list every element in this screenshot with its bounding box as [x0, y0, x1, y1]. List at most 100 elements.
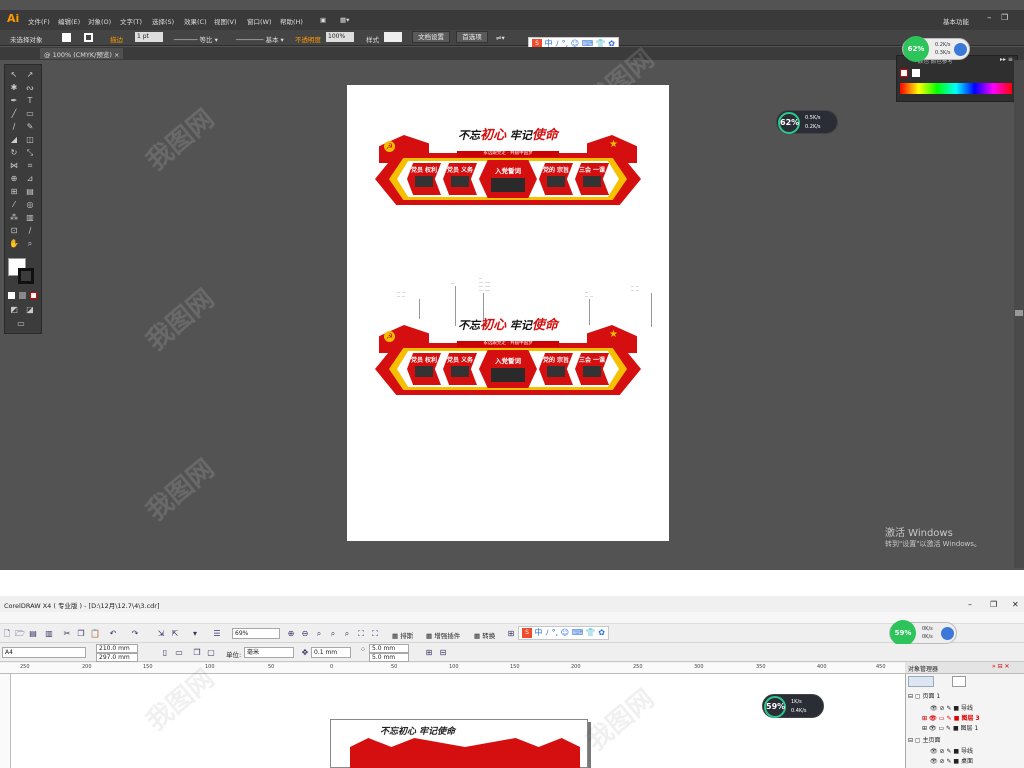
- cd-close-button[interactable]: ✕: [1012, 600, 1019, 609]
- zoom-selected-icon[interactable]: ⌕: [314, 629, 324, 639]
- menu-effect[interactable]: 效果(C): [184, 16, 207, 26]
- symbol-sprayer-tool-icon[interactable]: ⁂: [9, 213, 19, 222]
- treat-as-filled-icon[interactable]: ⊞: [424, 648, 434, 658]
- screen-mode-icon[interactable]: ▭: [16, 319, 26, 328]
- convert-button[interactable]: ▦ 转换: [474, 630, 495, 640]
- stroke-label[interactable]: 描边: [110, 34, 123, 44]
- magic-wand-tool-icon[interactable]: ✱: [9, 83, 19, 92]
- lasso-tool-icon[interactable]: ᔓ: [25, 83, 35, 92]
- units-select[interactable]: 毫米: [244, 647, 294, 658]
- app-launcher-icon[interactable]: ▾: [190, 629, 200, 639]
- opacity-field[interactable]: 100%: [326, 32, 354, 42]
- workspace-switcher[interactable]: 基本功能: [943, 16, 969, 26]
- ime-emoji-icon[interactable]: ☺: [561, 628, 569, 637]
- toolbar-extra-icon[interactable]: ⊞: [506, 629, 516, 639]
- style-swatch[interactable]: [384, 32, 402, 42]
- eraser-tool-icon[interactable]: ◫: [25, 135, 35, 144]
- white-swatch[interactable]: [912, 69, 920, 77]
- menu-help[interactable]: 帮助(H): [280, 16, 303, 26]
- arrange-icon[interactable]: ⇌▾: [496, 34, 505, 42]
- zoom-page-icon[interactable]: ⌕: [342, 629, 352, 639]
- color-mode-icon[interactable]: [8, 292, 15, 299]
- om-row-layer-3[interactable]: ⊞ 👁 ▭ ✎ ■ 图层 3: [922, 713, 980, 722]
- slice-tool-icon[interactable]: ∕: [25, 226, 35, 235]
- sort-button[interactable]: ▦ 排斯: [392, 630, 413, 640]
- zoom-level-select[interactable]: 69%: [232, 628, 280, 639]
- om-row-layer-1[interactable]: ⊞ 👁 ▭ ✎ ■ 图层 1: [922, 723, 978, 732]
- network-tray-widget[interactable]: 62% 0.2K/s 0.3K/s: [902, 36, 970, 62]
- pen-tool-icon[interactable]: ✒: [9, 96, 19, 105]
- zoom-width-icon[interactable]: ⛶: [356, 629, 366, 639]
- line-tool-icon[interactable]: ╱: [9, 109, 19, 118]
- undo-icon[interactable]: ↶: [108, 629, 118, 639]
- zoom-all-icon[interactable]: ⌕: [328, 629, 338, 639]
- type-tool-icon[interactable]: T: [25, 96, 35, 105]
- blend-tool-icon[interactable]: ◎: [25, 200, 35, 209]
- copy-icon[interactable]: ❐: [76, 629, 86, 639]
- rotate-tool-icon[interactable]: ↻: [9, 148, 19, 157]
- none-swatch[interactable]: [900, 69, 908, 77]
- ime-symbol-icon[interactable]: °,: [552, 628, 559, 637]
- menu-file[interactable]: 文件(F): [28, 16, 50, 26]
- blob-brush-tool-icon[interactable]: ◢: [9, 135, 19, 144]
- cut-icon[interactable]: ✂: [62, 629, 72, 639]
- menu-edit[interactable]: 编辑(E): [58, 16, 80, 26]
- minimize-button[interactable]: –: [987, 13, 992, 23]
- stroke-weight-field[interactable]: 1 pt: [135, 32, 163, 42]
- scale-tool-icon[interactable]: ⤡: [25, 148, 35, 157]
- om-row-desktop[interactable]: 👁 ⊘ ✎ ■ 桌面: [930, 756, 973, 765]
- rectangle-tool-icon[interactable]: ▭: [25, 109, 35, 118]
- opacity-label[interactable]: 不透明度: [295, 34, 321, 44]
- duplicate-x-field[interactable]: 5.0 mm: [369, 644, 409, 653]
- ime-toolbar[interactable]: S 中 ﾉ °, ☺ ⌨ 👕 ✿: [518, 626, 609, 640]
- om-row-guides[interactable]: 👁 ⊘ ✎ ■ 导线: [930, 703, 973, 712]
- profile-1-select[interactable]: ────── 等比 ▾: [174, 34, 218, 44]
- mesh-tool-icon[interactable]: ⊞: [9, 187, 19, 196]
- import-icon[interactable]: ⇲: [156, 629, 166, 639]
- page-height-field[interactable]: 297.0 mm: [96, 653, 138, 662]
- pencil-tool-icon[interactable]: ✎: [25, 122, 35, 131]
- preferences-button[interactable]: 首选项: [456, 31, 488, 43]
- paste-icon[interactable]: 📋: [90, 629, 100, 639]
- ime-mode[interactable]: 中: [535, 628, 543, 637]
- restore-button[interactable]: ❐: [1001, 13, 1008, 22]
- duplicate-y-field[interactable]: 5.0 mm: [369, 653, 409, 662]
- none-mode-icon[interactable]: [30, 292, 37, 299]
- snap-icon[interactable]: ⊟: [438, 648, 448, 658]
- welcome-icon[interactable]: ☰: [212, 629, 222, 639]
- eyedropper-tool-icon[interactable]: ⁄: [9, 200, 19, 209]
- activation-subtitle[interactable]: 转到"设置"以激活 Windows。: [885, 539, 981, 549]
- width-tool-icon[interactable]: ⋈: [9, 161, 19, 170]
- menu-view[interactable]: 视图(V): [214, 16, 237, 26]
- document-setup-button[interactable]: 文档设置: [412, 31, 450, 43]
- ime-skin-icon[interactable]: 👕: [586, 628, 596, 637]
- cd-speed-widget[interactable]: 59% 1K/s 0.4K/s: [762, 694, 824, 718]
- speed-widget[interactable]: 62% 0.5K/s 0.2K/s: [776, 110, 838, 134]
- color-spectrum[interactable]: [900, 83, 1012, 94]
- profile-2-select[interactable]: ─────── 基本 ▾: [236, 34, 284, 44]
- gradient-tool-icon[interactable]: ▤: [25, 187, 35, 196]
- gradient-mode-icon[interactable]: [19, 292, 26, 299]
- ime-punct-icon[interactable]: ﾉ: [545, 628, 549, 637]
- zoom-out-icon[interactable]: ⊖: [300, 629, 310, 639]
- bridge-icon[interactable]: ▣: [320, 16, 326, 24]
- landscape-icon[interactable]: ▭: [174, 648, 184, 658]
- all-pages-icon[interactable]: ❐: [192, 648, 202, 658]
- hand-tool-icon[interactable]: ✋: [9, 239, 19, 248]
- open-icon[interactable]: 🗁: [15, 629, 25, 639]
- cd-network-tray-widget[interactable]: 59% 0K/s 0K/s: [889, 620, 957, 646]
- ime-keyboard-icon[interactable]: ⌨: [572, 628, 584, 637]
- menu-select[interactable]: 选择(S): [152, 16, 174, 26]
- draw-normal-icon[interactable]: ◩: [9, 305, 19, 314]
- artboard-tool-icon[interactable]: ⊡: [9, 226, 19, 235]
- menu-object[interactable]: 对象(O): [88, 16, 111, 26]
- redo-icon[interactable]: ↷: [130, 629, 140, 639]
- current-page-icon[interactable]: ▢: [206, 648, 216, 658]
- new-doc-icon[interactable]: 🗋: [2, 629, 12, 639]
- perspective-grid-tool-icon[interactable]: ⊿: [25, 174, 35, 183]
- menu-window[interactable]: 窗口(W): [247, 16, 272, 26]
- layer-manager-view-icon[interactable]: [952, 676, 966, 687]
- paintbrush-tool-icon[interactable]: ∕: [9, 122, 19, 131]
- column-graph-tool-icon[interactable]: ▥: [25, 213, 35, 222]
- draw-behind-icon[interactable]: ◪: [25, 305, 35, 314]
